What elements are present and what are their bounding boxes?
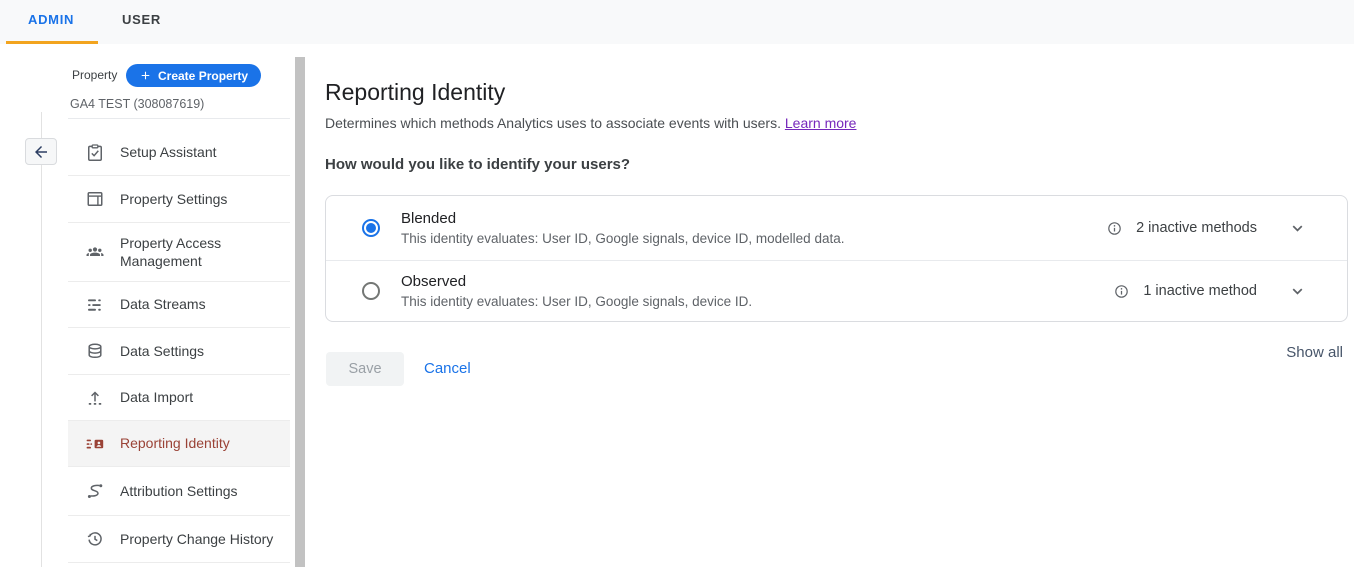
tab-admin[interactable]: ADMIN [28, 12, 74, 27]
arrow-left-icon [35, 145, 47, 158]
option-blended[interactable]: Blended This identity evaluates: User ID… [326, 196, 1347, 260]
identity-options-card: Blended This identity evaluates: User ID… [325, 195, 1348, 322]
option-description: This identity evaluates: User ID, Google… [401, 231, 845, 246]
option-title: Blended [401, 210, 457, 227]
sidebar-item-label: Data Import [120, 389, 194, 406]
sidebar-scrollbar[interactable] [295, 57, 305, 567]
sidebar-divider [68, 118, 290, 119]
tab-user[interactable]: USER [122, 12, 161, 27]
sidebar-item-reporting-identity[interactable]: Reporting Identity [68, 421, 290, 467]
sidebar-item-label: Data Settings [120, 342, 205, 359]
option-description: This identity evaluates: User ID, Google… [401, 294, 753, 309]
window-layout-icon [87, 192, 103, 206]
info-icon[interactable] [1113, 283, 1130, 300]
cancel-button[interactable]: Cancel [424, 360, 471, 377]
page-title: Reporting Identity [325, 79, 506, 105]
sidebar-item-label: Property Settings [120, 190, 228, 207]
radio-observed[interactable] [362, 282, 380, 300]
property-selector[interactable]: GA4 TEST (308087619) [70, 97, 204, 111]
sidebar-item-data-settings[interactable]: Data Settings [68, 328, 290, 375]
page-description: Determines which methods Analytics uses … [325, 115, 856, 131]
inactive-methods-label: 2 inactive methods [1136, 220, 1257, 236]
upload-icon [88, 390, 102, 405]
sidebar-item-label: Reporting Identity [120, 435, 230, 452]
property-column-label: Property [72, 68, 118, 82]
create-property-label: Create Property [158, 68, 249, 83]
save-button[interactable]: Save [326, 352, 404, 386]
admin-header-bar: ADMIN USER [0, 0, 1354, 44]
sidebar-item-label: Setup Assistant [120, 144, 217, 161]
people-icon [86, 247, 104, 256]
learn-more-link[interactable]: Learn more [785, 115, 857, 131]
history-icon [87, 532, 102, 546]
sidebar-item-label: Attribution Settings [120, 482, 238, 499]
database-icon [88, 343, 102, 359]
sidebar-item-property-access-management[interactable]: Property Access Management [68, 223, 290, 282]
active-tab-underline [6, 41, 98, 44]
plus-icon [141, 71, 150, 80]
option-text: Blended This identity evaluates: User ID… [401, 210, 844, 246]
sidebar-item-data-streams[interactable]: Data Streams [68, 282, 290, 328]
chevron-down-icon[interactable] [1288, 282, 1307, 301]
identity-question-heading: How would you like to identify your user… [325, 156, 631, 173]
sidebar-item-label: Property Change History [120, 530, 274, 547]
property-settings-menu: Setup Assistant Property Settings Proper… [68, 130, 290, 563]
sidebar-item-label: Property Access Management [120, 234, 222, 269]
sidebar-item-attribution-settings[interactable]: Attribution Settings [68, 467, 290, 516]
info-icon[interactable] [1106, 220, 1123, 237]
page-description-text: Determines which methods Analytics uses … [325, 115, 781, 131]
inactive-methods-label: 1 inactive method [1143, 283, 1257, 299]
identity-card-icon [86, 439, 104, 448]
option-right-group: 2 inactive methods [1106, 219, 1307, 238]
sidebar-item-data-import[interactable]: Data Import [68, 375, 290, 421]
chevron-down-icon[interactable] [1288, 219, 1307, 238]
route-icon [87, 484, 103, 498]
stream-list-icon [88, 298, 101, 311]
option-title: Observed [401, 273, 467, 290]
sidebar-item-setup-assistant[interactable]: Setup Assistant [68, 130, 290, 176]
show-all-link[interactable]: Show all [1286, 344, 1343, 361]
sidebar-item-property-settings[interactable]: Property Settings [68, 176, 290, 223]
sidebar-item-property-change-history[interactable]: Property Change History [68, 516, 290, 563]
radio-blended[interactable] [362, 219, 380, 237]
create-property-button[interactable]: Create Property [126, 64, 262, 87]
option-right-group: 1 inactive method [1113, 282, 1307, 301]
option-text: Observed This identity evaluates: User I… [401, 273, 752, 309]
option-observed[interactable]: Observed This identity evaluates: User I… [326, 260, 1347, 321]
column-divider [41, 112, 42, 567]
collapse-panel-button[interactable] [25, 138, 57, 165]
clipboard-check-icon [88, 143, 102, 161]
sidebar-item-label: Data Streams [120, 296, 206, 313]
